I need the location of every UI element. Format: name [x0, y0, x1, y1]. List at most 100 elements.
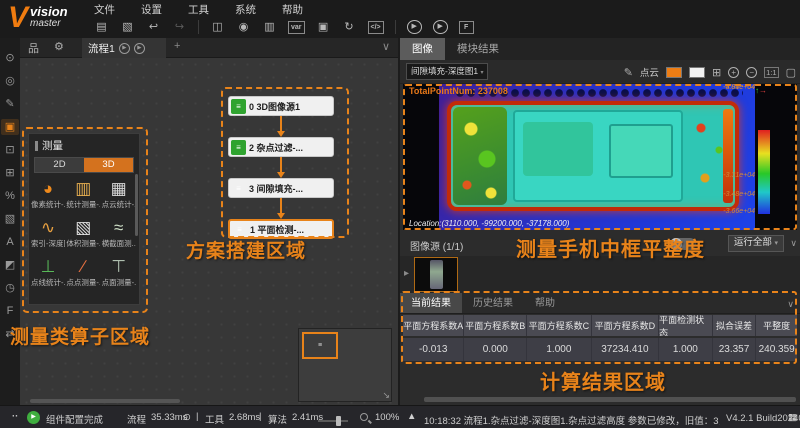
tool-label: 点云统计-...	[102, 199, 136, 210]
tab-flow1[interactable]: 流程1 ▶ ▶	[82, 38, 166, 58]
run-all-dropdown[interactable]: 运行全部 ▾	[728, 235, 784, 252]
zoom-slider-knob[interactable]	[336, 416, 341, 426]
variable-icon[interactable]: var	[288, 21, 305, 34]
zoom-percent: 100%	[375, 412, 399, 423]
log-message[interactable]: 10:18:32 流程1.杂点过滤-深度图1.杂点过滤高度 参数已修改，旧值：3…	[424, 413, 720, 427]
tool-index-depth[interactable]: ∿ 索引-深度图	[31, 218, 65, 249]
flow-time-label: 流程	[127, 412, 146, 426]
right-panel: 图像 模块结果 间隙填充-深度图1 ▾ ✎ 点云 ⊞ + − 1:1 ▢	[400, 38, 800, 405]
more-dots-icon[interactable]: ··	[12, 411, 18, 422]
grid-menu-icon[interactable]: ▦	[788, 412, 797, 423]
run-flow-icon[interactable]: ▶	[119, 43, 130, 54]
depth-image-view[interactable]: TotalPointNum: 237008 Location:(3110.000…	[403, 84, 797, 230]
acquire-icon[interactable]: ⊙	[1, 50, 19, 66]
redo-icon[interactable]: ↪	[172, 19, 187, 35]
menu-help[interactable]: 帮助	[282, 2, 303, 17]
color-swatch-white[interactable]	[689, 67, 705, 78]
phone-depth-map	[447, 101, 739, 211]
image-edit-icon[interactable]: ✎	[1, 96, 19, 112]
result-table: 平面方程系数A 平面方程系数B 平面方程系数C 平面方程系数D 平面检测状态 拟…	[403, 315, 797, 361]
tab-module-result[interactable]: 模块结果	[445, 38, 511, 60]
locate-icon[interactable]: ⊡	[1, 142, 19, 158]
format-icon[interactable]: F	[459, 21, 474, 34]
menu-settings[interactable]: 设置	[141, 2, 162, 17]
calibrate-icon[interactable]: ◎	[1, 73, 19, 89]
run-once-icon[interactable]: ▶	[407, 20, 422, 34]
save-icon[interactable]: ▤	[94, 19, 109, 35]
actual-size-icon[interactable]: 1:1	[764, 67, 778, 78]
menu-system[interactable]: 系统	[235, 2, 256, 17]
cell-fit-error: 23.357	[713, 338, 757, 361]
camera-icon[interactable]: ◉	[236, 19, 251, 35]
panel-icon[interactable]: ▣	[316, 19, 331, 35]
open-icon[interactable]: ▧	[120, 19, 135, 35]
menu-tools[interactable]: 工具	[188, 2, 209, 17]
undo-icon[interactable]: ↩	[146, 19, 161, 35]
module-list-icon[interactable]: ▥	[262, 19, 277, 35]
node-3d-image-source[interactable]: ≡ 0 3D图像源1	[228, 96, 334, 116]
table-row[interactable]: -0.013 0.000 1.000 37234.410 1.000 23.35…	[403, 336, 797, 361]
annotation-scheme: 方案搭建区域	[186, 236, 306, 263]
tool-volume-measure[interactable]: ▧ 体积测量-...	[66, 218, 100, 249]
zoom-slider[interactable]	[318, 420, 348, 422]
tab-history-result[interactable]: 历史结果	[462, 293, 524, 313]
minimap-viewport[interactable]: ≡	[302, 332, 338, 359]
status-play-icon[interactable]: ▶	[27, 411, 40, 424]
color-icon[interactable]: ◩	[1, 257, 19, 273]
layout-icon[interactable]: ◫	[210, 19, 225, 35]
tab-current-result[interactable]: 当前结果	[400, 293, 462, 313]
node-icon: ≡	[232, 222, 247, 237]
logic-icon[interactable]: F	[1, 303, 19, 319]
menu-file[interactable]: 文件	[94, 2, 115, 17]
tool-point-point[interactable]: ∕ 点点测量-...	[66, 257, 100, 288]
bar-chart-icon: ▥	[75, 179, 91, 199]
source-dropdown[interactable]: 间隙填充-深度图1 ▾	[406, 63, 488, 80]
node-label: 2 杂点过滤-...	[249, 141, 303, 154]
tool-cross-section[interactable]: ≈ 横截面测...	[102, 218, 136, 249]
tab-2d[interactable]: 2D	[35, 158, 84, 172]
color-swatch-orange[interactable]	[666, 67, 682, 78]
tool-line-stats[interactable]: ⊥ 点线统计-...	[31, 257, 65, 288]
node-noise-filter[interactable]: ≡ 2 杂点过滤-...	[228, 137, 334, 157]
scale-label: -4.01e+04	[705, 84, 755, 91]
strip-arrow-icon[interactable]: ▸	[404, 268, 409, 279]
pencil-icon[interactable]: ✎	[624, 66, 633, 79]
zoom-in-icon[interactable]: +	[728, 67, 739, 78]
pan-icon[interactable]: ⊞	[712, 66, 721, 79]
calc-icon[interactable]: %	[1, 188, 19, 204]
wrench-icon[interactable]: ⚙	[54, 40, 64, 53]
tool-pixel-stats[interactable]: ◕ 像素统计-...	[31, 179, 65, 210]
image-thumbnail[interactable]	[414, 257, 458, 292]
panel-title-bar	[35, 141, 38, 151]
flow-header-chevron-icon[interactable]: ∨	[382, 40, 390, 53]
ocr-icon[interactable]: A	[1, 234, 19, 250]
node-gap-fill[interactable]: ≡ 3 间隙填充-...	[228, 178, 334, 198]
add-flow-icon[interactable]: +	[174, 40, 180, 52]
run-flow-loop-icon[interactable]: ▶	[134, 43, 145, 54]
result-hscrollbar[interactable]	[424, 397, 796, 402]
flow-time-value: 35.33ms	[151, 412, 187, 423]
tab-3d[interactable]: 3D	[84, 158, 133, 172]
image-config-icon[interactable]: ▧	[1, 211, 19, 227]
tool-point-plane[interactable]: ⊤ 点面测量-...	[102, 257, 136, 288]
history-icon[interactable]: ◷	[1, 280, 19, 296]
fit-view-icon[interactable]: ▢	[786, 66, 796, 79]
tab-image[interactable]: 图像	[400, 38, 445, 60]
flow-minimap[interactable]: ≡ ↘	[298, 328, 392, 402]
script-icon[interactable]: </>	[368, 21, 384, 34]
tool-stat-measure[interactable]: ▥ 统计测量-...	[66, 179, 100, 210]
result-chevron-icon[interactable]: ∨	[787, 299, 794, 310]
flow-hscrollbar[interactable]	[30, 399, 180, 403]
detect-icon[interactable]: ⊞	[1, 165, 19, 181]
measure-icon[interactable]: ▣	[1, 119, 19, 135]
col-header: 平面检测状态	[659, 315, 713, 336]
hierarchy-icon[interactable]: 品	[28, 40, 39, 56]
tool-pointcloud-stats[interactable]: ▦ 点云统计-...	[102, 179, 136, 210]
zoom-out-icon[interactable]: −	[746, 67, 757, 78]
resize-icon[interactable]: ↘	[382, 390, 390, 401]
tab-help[interactable]: 帮助	[524, 293, 566, 313]
panel-scrollbar[interactable]	[135, 174, 138, 236]
run-continuous-icon[interactable]: ▶	[433, 20, 448, 34]
collapse-chevron-icon[interactable]: ∨	[790, 238, 797, 249]
refresh-icon[interactable]: ↻	[342, 19, 357, 35]
